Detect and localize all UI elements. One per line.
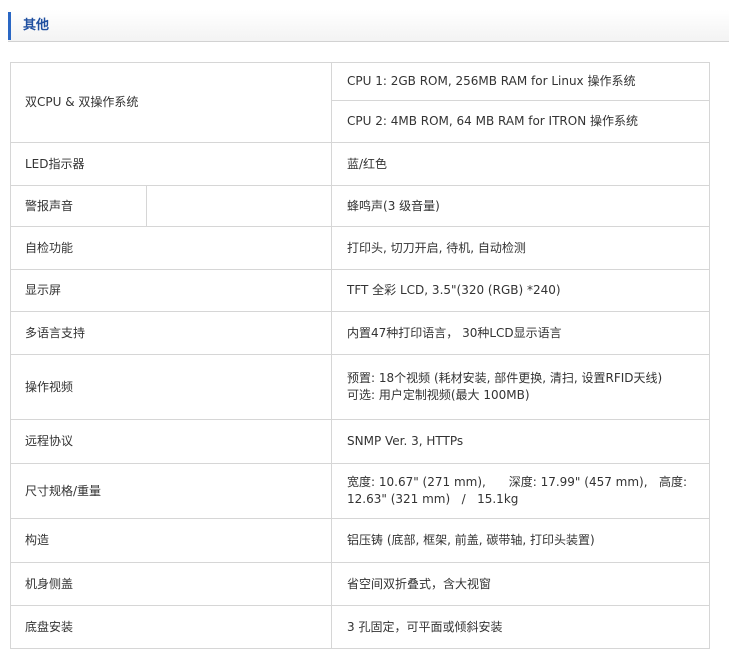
table-row: 多语言支持 内置47种打印语言， 30种LCD显示语言 <box>9 311 711 355</box>
spec-value-size: 宽度: 10.67" (271 mm), 深度: 17.99" (457 mm)… <box>331 463 711 519</box>
spec-value-video-line-2: 可选: 用户定制视频(最大 100MB) <box>347 388 530 402</box>
spec-label-size: 尺寸规格/重量 <box>9 463 333 519</box>
spec-label-base: 底盘安装 <box>9 605 333 649</box>
table-row: 底盘安装 3 孔固定，可平面或倾斜安装 <box>9 605 711 649</box>
table-row: 构造 铝压铸 (底部, 框架, 前盖, 碳带轴, 打印头装置) <box>9 518 711 563</box>
table-row: 操作视频 预置: 18个视频 (耗材安装, 部件更换, 清扫, 设置RFID天线… <box>9 354 711 420</box>
spec-value-selftest: 打印头, 切刀开启, 待机, 自动检测 <box>331 226 711 270</box>
spec-value-base: 3 孔固定，可平面或倾斜安装 <box>331 605 711 649</box>
spec-value-video: 预置: 18个视频 (耗材安装, 部件更换, 清扫, 设置RFID天线) 可选:… <box>331 354 711 420</box>
spec-label-led: LED指示器 <box>9 142 333 186</box>
section-header: 其他 <box>8 10 729 42</box>
spec-value-display: TFT 全彩 LCD, 3.5"(320 (RGB) *240) <box>331 269 711 312</box>
spec-label-video: 操作视频 <box>9 354 333 420</box>
spec-value-cpu-1: CPU 1: 2GB ROM, 256MB RAM for Linux 操作系统 <box>331 62 711 101</box>
table-row: 远程协议 SNMP Ver. 3, HTTPs <box>9 419 711 464</box>
spec-value-cover: 省空间双折叠式，含大视窗 <box>331 562 711 606</box>
spec-empty-cell <box>145 185 333 227</box>
spec-value-size-line-1: 宽度: 10.67" (271 mm), 深度: 17.99" (457 mm)… <box>347 475 688 489</box>
spec-label-selftest: 自检功能 <box>9 226 333 270</box>
spec-value-led: 蓝/红色 <box>331 142 711 186</box>
spec-value-language: 内置47种打印语言， 30种LCD显示语言 <box>331 311 711 355</box>
spec-value-construction: 铝压铸 (底部, 框架, 前盖, 碳带轴, 打印头装置) <box>331 518 711 563</box>
spec-value-size-line-2: 12.63" (321 mm) / 15.1kg <box>347 492 519 506</box>
spec-value-cpu-2: CPU 2: 4MB ROM, 64 MB RAM for ITRON 操作系统 <box>331 100 711 143</box>
spec-label-display: 显示屏 <box>9 269 333 312</box>
spec-label-cover: 机身侧盖 <box>9 562 333 606</box>
section-title: 其他 <box>23 18 50 33</box>
spec-label-language: 多语言支持 <box>9 311 333 355</box>
table-row: 尺寸规格/重量 宽度: 10.67" (271 mm), 深度: 17.99" … <box>9 463 711 519</box>
spec-label-remote: 远程协议 <box>9 419 333 464</box>
table-row: 警报声音 蜂鸣声(3 级音量) <box>10 185 711 227</box>
spec-value-video-line-1: 预置: 18个视频 (耗材安装, 部件更换, 清扫, 设置RFID天线) <box>347 371 663 385</box>
spec-label-alarm: 警报声音 <box>10 185 147 227</box>
table-row: 自检功能 打印头, 切刀开启, 待机, 自动检测 <box>9 226 711 270</box>
spec-table: 双CPU & 双操作系统 CPU 1: 2GB ROM, 256MB RAM f… <box>9 62 711 649</box>
spec-label-cpu: 双CPU & 双操作系统 <box>9 62 333 143</box>
spec-label-construction: 构造 <box>9 518 333 563</box>
section-accent-bar <box>8 12 11 40</box>
spec-value-remote: SNMP Ver. 3, HTTPs <box>331 419 711 464</box>
spec-value-alarm: 蜂鸣声(3 级音量) <box>331 185 711 227</box>
table-row: 机身侧盖 省空间双折叠式，含大视窗 <box>9 562 711 606</box>
table-row: 双CPU & 双操作系统 CPU 1: 2GB ROM, 256MB RAM f… <box>9 62 711 143</box>
table-row: LED指示器 蓝/红色 <box>9 142 711 186</box>
table-row: 显示屏 TFT 全彩 LCD, 3.5"(320 (RGB) *240) <box>9 269 711 312</box>
